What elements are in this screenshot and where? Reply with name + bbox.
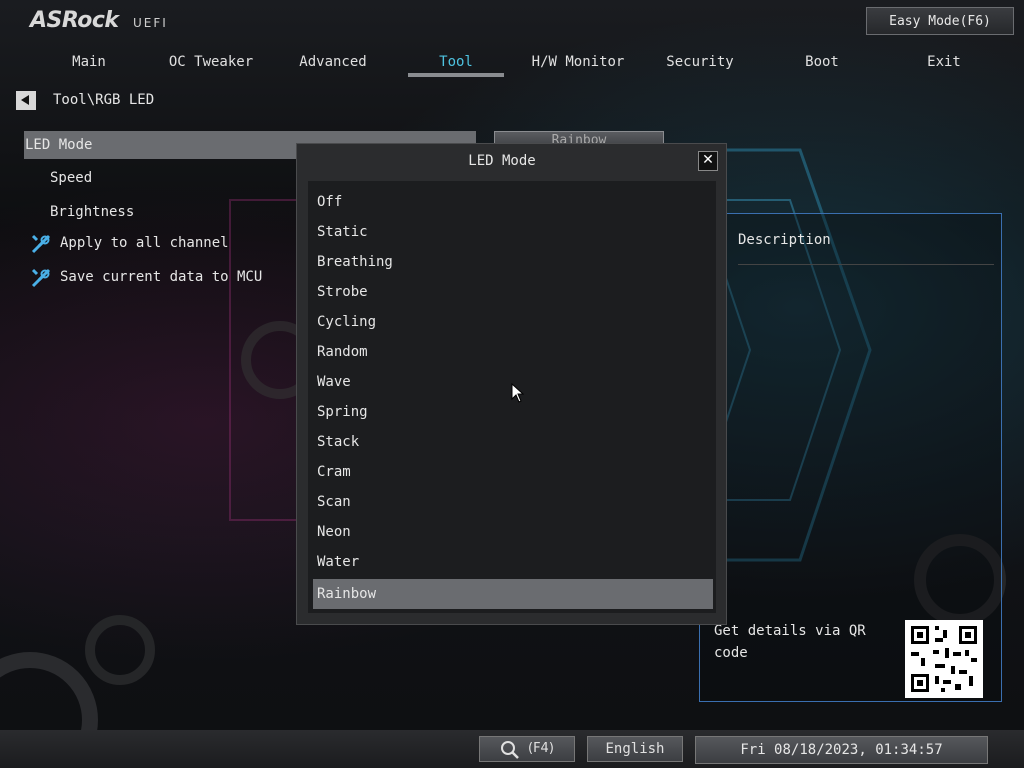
language-button[interactable]: English <box>587 736 683 762</box>
option-water[interactable]: Water <box>313 547 713 577</box>
datetime-display: Fri 08/18/2023, 01:34:57 <box>695 736 988 764</box>
option-random[interactable]: Random <box>313 337 713 367</box>
main-nav: Main OC Tweaker Advanced Tool H/W Monito… <box>0 50 1024 80</box>
option-stack[interactable]: Stack <box>313 427 713 457</box>
description-title: Description <box>738 232 831 248</box>
close-icon[interactable]: ✕ <box>698 151 718 171</box>
search-button[interactable]: (F4) <box>479 736 575 762</box>
wrench-screwdriver-icon <box>31 268 51 288</box>
tab-security[interactable]: Security <box>666 54 733 70</box>
menu-item-brightness[interactable]: Brightness <box>50 204 134 220</box>
wrench-screwdriver-icon <box>31 234 51 254</box>
tab-hw-monitor[interactable]: H/W Monitor <box>532 54 625 70</box>
description-panel: Description Get details via QR code <box>699 213 1002 702</box>
option-static[interactable]: Static <box>313 217 713 247</box>
uefi-label: UEFI <box>133 16 168 30</box>
menu-item-save-to-mcu[interactable]: Save current data to MCU <box>60 269 262 285</box>
dialog-title: LED Mode <box>468 153 536 169</box>
qr-code-icon <box>905 620 983 698</box>
divider <box>738 264 994 265</box>
breadcrumb: Tool\RGB LED <box>53 92 155 108</box>
menu-item-apply-to-all-channel[interactable]: Apply to all channel <box>60 235 229 251</box>
top-bar: ASRock UEFI Easy Mode(F6) <box>0 0 1024 50</box>
active-tab-indicator <box>408 73 504 77</box>
easy-mode-button[interactable]: Easy Mode(F6) <box>866 7 1014 35</box>
tab-exit[interactable]: Exit <box>927 54 961 70</box>
tab-tool[interactable]: Tool <box>439 54 473 70</box>
option-scan[interactable]: Scan <box>313 487 713 517</box>
tab-oc-tweaker[interactable]: OC Tweaker <box>169 54 253 70</box>
option-strobe[interactable]: Strobe <box>313 277 713 307</box>
tab-main[interactable]: Main <box>72 54 106 70</box>
menu-item-speed[interactable]: Speed <box>50 170 92 186</box>
option-off[interactable]: Off <box>313 187 713 217</box>
option-neon[interactable]: Neon <box>313 517 713 547</box>
option-cycling[interactable]: Cycling <box>313 307 713 337</box>
asrock-logo: ASRock <box>30 8 119 33</box>
back-arrow-icon[interactable] <box>16 91 36 110</box>
option-breathing[interactable]: Breathing <box>313 247 713 277</box>
search-icon <box>501 741 519 759</box>
option-cram[interactable]: Cram <box>313 457 713 487</box>
tab-advanced[interactable]: Advanced <box>299 54 366 70</box>
search-shortcut: (F4) <box>528 741 554 756</box>
mouse-cursor-icon <box>511 383 525 403</box>
tab-boot[interactable]: Boot <box>805 54 839 70</box>
option-rainbow[interactable]: Rainbow <box>313 579 713 609</box>
qr-caption: Get details via QR code <box>714 623 866 661</box>
